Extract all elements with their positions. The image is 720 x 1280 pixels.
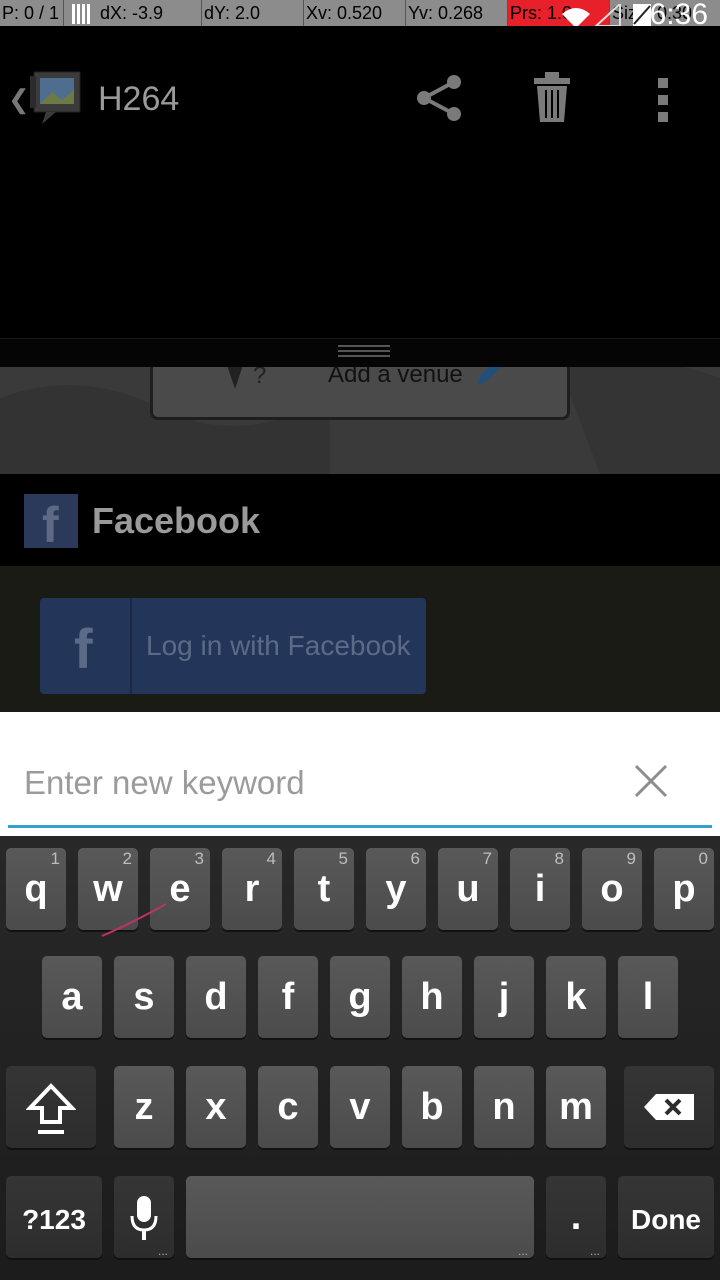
key-v[interactable]: v	[330, 1066, 390, 1148]
key-g[interactable]: g	[330, 956, 390, 1038]
key-r[interactable]: 4r	[222, 848, 282, 930]
action-bar: ❮ H264	[0, 26, 720, 174]
key-o[interactable]: 9o	[582, 848, 642, 930]
key-a[interactable]: a	[42, 956, 102, 1038]
key-n[interactable]: n	[474, 1066, 534, 1148]
key-s[interactable]: s	[114, 956, 174, 1038]
dy-readout: dY: 2.0	[202, 0, 304, 26]
svg-text:f: f	[74, 617, 93, 676]
dx-readout: dX: -3.9	[98, 0, 202, 26]
key-l[interactable]: l	[618, 956, 678, 1038]
trash-icon[interactable]	[532, 72, 572, 124]
key-i[interactable]: 8i	[510, 848, 570, 930]
facebook-login-label: Log in with Facebook	[146, 630, 411, 661]
touch-indicator-icon	[66, 0, 96, 26]
key-p[interactable]: 0p	[654, 848, 714, 930]
facebook-f-icon: f	[74, 617, 93, 676]
app-logo-icon[interactable]	[26, 70, 86, 126]
key-j[interactable]: j	[474, 956, 534, 1038]
wifi-icon	[562, 8, 590, 28]
button-divider	[130, 598, 132, 694]
drag-handle-icon[interactable]	[338, 343, 390, 359]
key-u[interactable]: 7u	[438, 848, 498, 930]
facebook-logo-icon: f	[24, 494, 78, 553]
key-q[interactable]: 1q	[6, 848, 66, 930]
backspace-key[interactable]	[624, 1066, 714, 1148]
keyword-input-panel	[0, 712, 720, 836]
yv-readout: Yv: 0.268	[406, 0, 508, 26]
space-key[interactable]: ...	[186, 1176, 534, 1258]
status-bar: 6:36	[520, 0, 720, 31]
overflow-menu-icon[interactable]	[654, 76, 674, 124]
key-f[interactable]: f	[258, 956, 318, 1038]
pointer-count-readout: P: 0 / 1	[0, 0, 64, 26]
facebook-section-header: f Facebook	[0, 474, 720, 566]
svg-text:f: f	[42, 497, 59, 548]
done-key[interactable]: Done	[618, 1176, 714, 1258]
touch-trace-mark	[101, 903, 167, 937]
voice-input-key[interactable]: ...	[114, 1176, 174, 1258]
key-c[interactable]: c	[258, 1066, 318, 1148]
key-b[interactable]: b	[402, 1066, 462, 1148]
clear-icon[interactable]	[630, 760, 672, 802]
microphone-icon	[130, 1196, 158, 1240]
backspace-icon	[644, 1094, 694, 1120]
facebook-section-title: Facebook	[92, 500, 261, 541]
soft-keyboard: 1q 2w 3e 4r 5t 6y 7u 8i 9o 0p a s d f g …	[0, 836, 720, 1280]
key-x[interactable]: x	[186, 1066, 246, 1148]
page-title: H264	[98, 80, 180, 118]
cell-signal-icon	[594, 4, 621, 26]
keyword-input[interactable]	[8, 740, 712, 828]
shift-key[interactable]	[6, 1066, 96, 1148]
share-icon[interactable]	[414, 72, 466, 124]
key-d[interactable]: d	[186, 956, 246, 1038]
period-key[interactable]: ....	[546, 1176, 606, 1258]
key-y[interactable]: 6y	[366, 848, 426, 930]
key-m[interactable]: m	[546, 1066, 606, 1148]
symbols-key[interactable]: ?123	[6, 1176, 102, 1258]
key-k[interactable]: k	[546, 956, 606, 1038]
drag-handle-bar[interactable]	[0, 338, 720, 367]
xv-readout: Xv: 0.520	[304, 0, 406, 26]
key-z[interactable]: z	[114, 1066, 174, 1148]
facebook-login-button[interactable]: f Log in with Facebook	[40, 598, 426, 694]
key-t[interactable]: 5t	[294, 848, 354, 930]
shift-icon	[26, 1083, 76, 1134]
key-h[interactable]: h	[402, 956, 462, 1038]
